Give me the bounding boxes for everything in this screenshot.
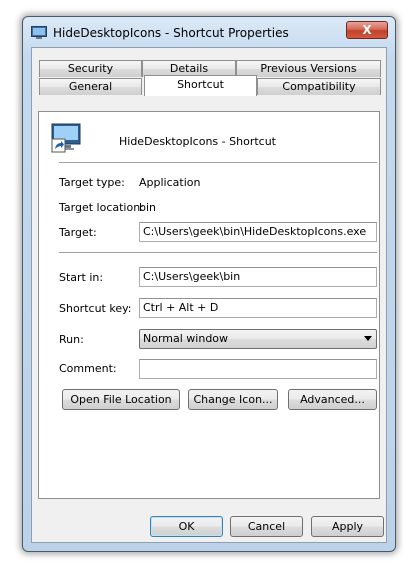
cancel-button[interactable]: Cancel bbox=[230, 516, 303, 537]
run-select-value: Normal window bbox=[143, 332, 229, 345]
start-in-label: Start in: bbox=[59, 271, 104, 284]
run-label: Run: bbox=[59, 333, 84, 346]
open-file-location-button[interactable]: Open File Location bbox=[62, 389, 180, 410]
shortcut-key-field[interactable]: Ctrl + Alt + D bbox=[139, 298, 377, 318]
shortcut-key-label: Shortcut key: bbox=[59, 302, 132, 315]
divider bbox=[59, 252, 377, 253]
tab-compatibility[interactable]: Compatibility bbox=[257, 78, 381, 95]
tab-security[interactable]: Security bbox=[39, 60, 142, 77]
window-title: HideDesktopIcons - Shortcut Properties bbox=[53, 26, 289, 40]
shortcut-tab-panel: HideDesktopIcons - Shortcut Target type:… bbox=[38, 111, 380, 499]
target-field[interactable]: C:\Users\geek\bin\HideDesktopIcons.exe bbox=[139, 222, 377, 242]
close-button[interactable]: X bbox=[346, 21, 388, 39]
shortcut-name: HideDesktopIcons - Shortcut bbox=[119, 135, 276, 148]
shortcut-app-icon bbox=[51, 123, 81, 153]
tab-previous-versions[interactable]: Previous Versions bbox=[236, 60, 381, 77]
target-location-value: bin bbox=[139, 201, 157, 214]
comment-field[interactable] bbox=[139, 359, 377, 379]
start-in-field[interactable]: C:\Users\geek\bin bbox=[139, 267, 377, 287]
target-type-label: Target type: bbox=[59, 176, 125, 189]
properties-dialog: HideDesktopIcons - Shortcut Properties X… bbox=[22, 16, 396, 552]
target-type-value: Application bbox=[139, 176, 201, 189]
chevron-down-icon bbox=[364, 336, 372, 341]
run-select[interactable]: Normal window bbox=[139, 329, 377, 349]
dialog-client-area: Security Details Previous Versions Gener… bbox=[31, 47, 387, 543]
advanced-button[interactable]: Advanced... bbox=[288, 389, 377, 410]
change-icon-button[interactable]: Change Icon... bbox=[188, 389, 278, 410]
comment-label: Comment: bbox=[59, 362, 117, 375]
tab-shortcut[interactable]: Shortcut bbox=[144, 75, 257, 96]
title-bar[interactable]: HideDesktopIcons - Shortcut Properties X bbox=[23, 17, 395, 47]
target-label: Target: bbox=[59, 226, 97, 239]
target-location-label: Target location: bbox=[59, 201, 144, 214]
shortcut-app-icon bbox=[31, 26, 47, 39]
apply-button[interactable]: Apply bbox=[311, 516, 384, 537]
tab-general[interactable]: General bbox=[39, 78, 142, 95]
ok-button[interactable]: OK bbox=[150, 516, 223, 537]
divider bbox=[59, 162, 377, 163]
